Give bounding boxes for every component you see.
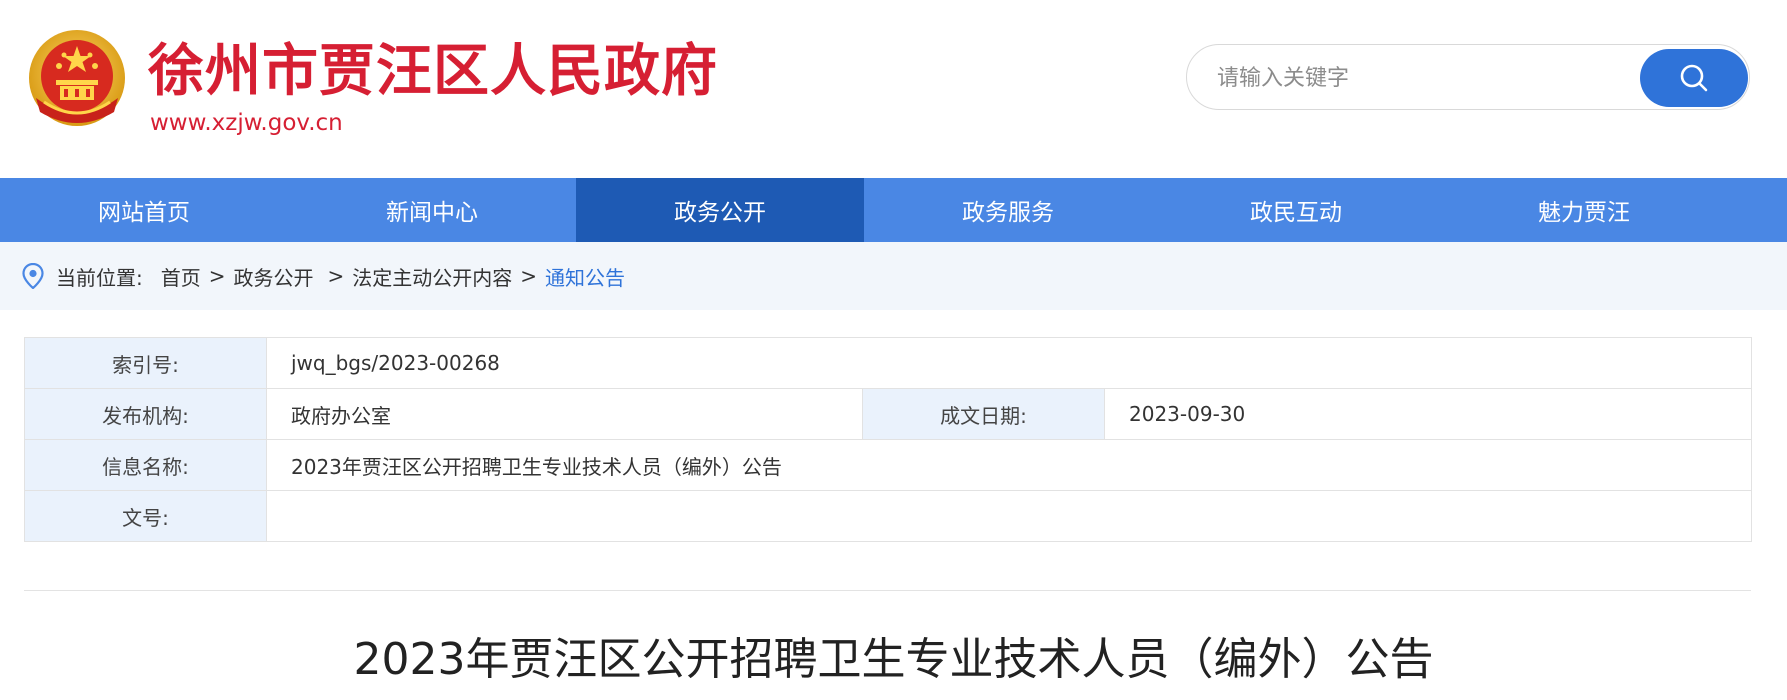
info-name-value: 2023年贾汪区公开招聘卫生专业技术人员（编外）公告 bbox=[266, 439, 1752, 491]
doc-number-label: 文号: bbox=[24, 490, 267, 542]
publisher-label: 发布机构: bbox=[24, 388, 267, 440]
breadcrumb-gov-affairs[interactable]: 政务公开 bbox=[234, 262, 314, 291]
table-row: 文号: bbox=[24, 490, 1752, 542]
site-header: 徐州市贾汪区人民政府 www.xzjw.gov.cn bbox=[0, 0, 1787, 178]
breadcrumb-separator: > bbox=[520, 264, 538, 288]
breadcrumb: 当前位置: 首页 > 政务公开 > 法定主动公开内容 > 通知公告 bbox=[0, 242, 1787, 310]
nav-item-gov-services[interactable]: 政务服务 bbox=[864, 178, 1152, 242]
nav-item-home[interactable]: 网站首页 bbox=[0, 178, 288, 242]
info-name-label: 信息名称: bbox=[24, 439, 267, 491]
nav-item-interaction[interactable]: 政民互动 bbox=[1152, 178, 1440, 242]
nav-item-charm-jiawang[interactable]: 魅力贾汪 bbox=[1440, 178, 1728, 242]
search-input[interactable] bbox=[1215, 57, 1619, 99]
index-label: 索引号: bbox=[24, 337, 267, 389]
info-table: 索引号: jwq_bgs/2023-00268 发布机构: 政府办公室 成文日期… bbox=[24, 337, 1752, 542]
breadcrumb-statutory-content[interactable]: 法定主动公开内容 bbox=[352, 262, 512, 291]
doc-number-value bbox=[266, 490, 1752, 542]
main-nav: 网站首页 新闻中心 政务公开 政务服务 政民互动 魅力贾汪 bbox=[0, 178, 1787, 242]
date-label: 成文日期: bbox=[862, 388, 1105, 440]
breadcrumb-home[interactable]: 首页 bbox=[161, 262, 201, 291]
date-value: 2023-09-30 bbox=[1104, 388, 1752, 440]
table-row: 索引号: jwq_bgs/2023-00268 bbox=[24, 337, 1752, 389]
index-value: jwq_bgs/2023-00268 bbox=[266, 337, 1752, 389]
national-emblem-icon[interactable] bbox=[26, 28, 128, 134]
site-url[interactable]: www.xzjw.gov.cn bbox=[150, 108, 343, 138]
table-row: 发布机构: 政府办公室 成文日期: 2023-09-30 bbox=[24, 388, 1752, 440]
publisher-value: 政府办公室 bbox=[266, 388, 863, 440]
location-pin-icon bbox=[22, 263, 44, 289]
search-icon bbox=[1680, 64, 1708, 92]
breadcrumb-separator: > bbox=[327, 264, 345, 288]
site-title[interactable]: 徐州市贾汪区人民政府 bbox=[148, 32, 718, 112]
breadcrumb-notices[interactable]: 通知公告 bbox=[545, 262, 625, 291]
search-box bbox=[1186, 44, 1750, 110]
nav-item-news[interactable]: 新闻中心 bbox=[288, 178, 576, 242]
breadcrumb-prefix: 当前位置: bbox=[56, 265, 143, 290]
breadcrumb-separator: > bbox=[208, 264, 226, 288]
search-button[interactable] bbox=[1640, 49, 1748, 107]
table-row: 信息名称: 2023年贾汪区公开招聘卫生专业技术人员（编外）公告 bbox=[24, 439, 1752, 491]
article-title: 2023年贾汪区公开招聘卫生专业技术人员（编外）公告 bbox=[353, 634, 1434, 685]
nav-item-gov-affairs[interactable]: 政务公开 bbox=[576, 178, 864, 242]
divider bbox=[24, 590, 1751, 591]
